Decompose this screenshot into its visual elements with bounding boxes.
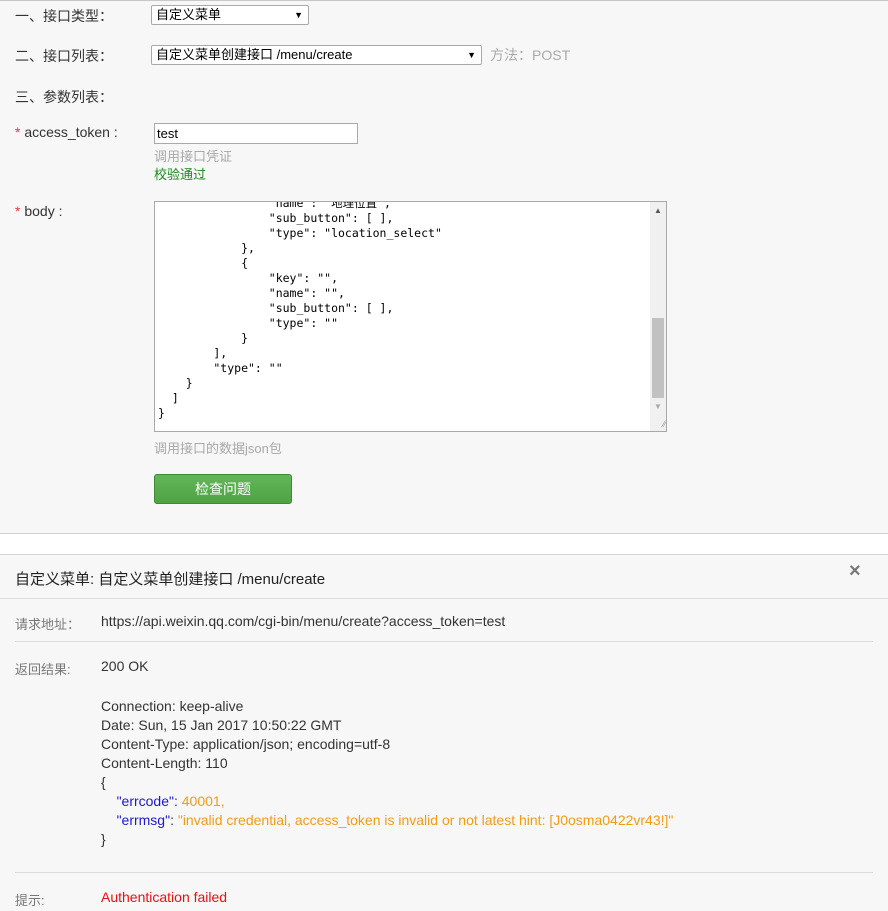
response-header: Date: Sun, 15 Jan 2017 10:50:22 GMT — [101, 717, 342, 733]
interface-list-select[interactable]: 自定义菜单创建接口 /menu/create ▼ — [151, 45, 482, 65]
divider — [0, 598, 888, 599]
response-header: Content-Type: application/json; encoding… — [101, 736, 391, 752]
tip-message: Authentication failed — [101, 889, 228, 905]
params-label: 三、参数列表： — [15, 89, 113, 105]
errcode-value: 40001, — [181, 793, 225, 809]
tip-label: 提示: — [15, 893, 45, 908]
json-close-brace: } — [101, 831, 106, 847]
interface-type-label: 一、接口类型： — [15, 8, 113, 24]
body-hint: 调用接口的数据json包 — [154, 441, 282, 456]
result-panel: 自定义菜单: 自定义菜单创建接口 /menu/create × 请求地址： ht… — [0, 554, 888, 911]
errcode-key: "errcode" — [116, 793, 174, 809]
divider — [15, 641, 873, 642]
response-header: Connection: keep-alive — [101, 698, 244, 714]
result-title: 自定义菜单: 自定义菜单创建接口 /menu/create — [15, 571, 326, 588]
divider — [15, 872, 873, 873]
interface-list-value: 自定义菜单创建接口 /menu/create — [156, 47, 353, 62]
access-token-input[interactable] — [154, 123, 358, 144]
json-errcode-line: "errcode": 40001, — [116, 793, 225, 809]
validation-status: 校验通过 — [154, 167, 207, 182]
body-textarea[interactable]: "name": "地理位置", "sub_button": [ ], "type… — [154, 201, 667, 432]
body-label: * body : — [15, 203, 63, 219]
api-debug-form: 一、接口类型： 自定义菜单 ▼ 二、接口列表： 自定义菜单创建接口 /menu/… — [0, 0, 888, 534]
interface-type-value: 自定义菜单 — [156, 7, 222, 22]
scroll-down-icon[interactable]: ▼ — [650, 400, 666, 414]
scrollbar-thumb[interactable] — [652, 318, 664, 398]
body-json-content[interactable]: "name": "地理位置", "sub_button": [ ], "type… — [158, 202, 442, 421]
errmsg-key: "errmsg" — [116, 812, 171, 828]
json-open-brace: { — [101, 774, 106, 790]
errmsg-value: "invalid credential, access_token is inv… — [177, 812, 674, 828]
access-token-hint: 调用接口凭证 — [154, 149, 233, 164]
dropdown-arrow-icon: ▼ — [467, 50, 476, 60]
dropdown-arrow-icon: ▼ — [294, 10, 303, 20]
http-method: 方法：POST — [490, 47, 571, 63]
scroll-up-icon[interactable]: ▲ — [650, 204, 666, 218]
json-errmsg-line: "errmsg": "invalid credential, access_to… — [116, 812, 674, 828]
response-label: 返回结果: — [15, 662, 71, 677]
textarea-scrollbar[interactable]: ▲ ▼ — [650, 202, 666, 416]
check-issue-button[interactable]: 检查问题 — [154, 474, 292, 504]
interface-list-label: 二、接口列表： — [15, 48, 113, 64]
interface-type-select[interactable]: 自定义菜单 ▼ — [151, 5, 309, 25]
access-token-label: * access_token : — [15, 124, 118, 140]
response-body: Connection: keep-alive Date: Sun, 15 Jan… — [101, 697, 673, 849]
close-icon[interactable]: × — [849, 560, 861, 583]
response-status: 200 OK — [101, 658, 149, 674]
request-url-label: 请求地址： — [15, 617, 81, 632]
response-header: Content-Length: 110 — [101, 755, 228, 771]
resize-handle-icon[interactable]: ⁄⁄ — [650, 415, 666, 431]
request-url-value: https://api.weixin.qq.com/cgi-bin/menu/c… — [101, 613, 506, 629]
